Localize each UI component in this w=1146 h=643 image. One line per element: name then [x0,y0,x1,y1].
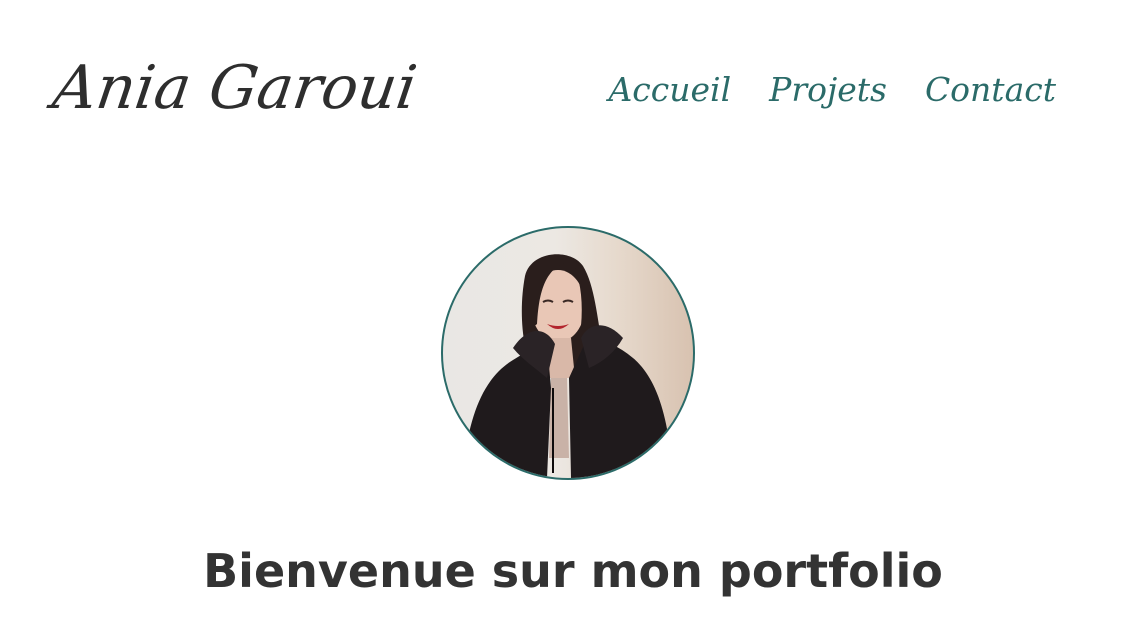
profile-photo [441,226,695,480]
welcome-heading: Bienvenue sur mon portfolio [203,544,943,598]
main-nav: Accueil Projets Contact [608,64,1056,116]
site-logo[interactable]: Ania Garoui [48,48,422,128]
nav-link-contact[interactable]: Contact [925,64,1056,116]
site-header: Ania Garoui Accueil Projets Contact [0,0,1146,180]
nav-link-accueil[interactable]: Accueil [608,64,731,116]
profile-photo-illustration [463,254,673,478]
nav-link-projets[interactable]: Projets [769,64,887,116]
